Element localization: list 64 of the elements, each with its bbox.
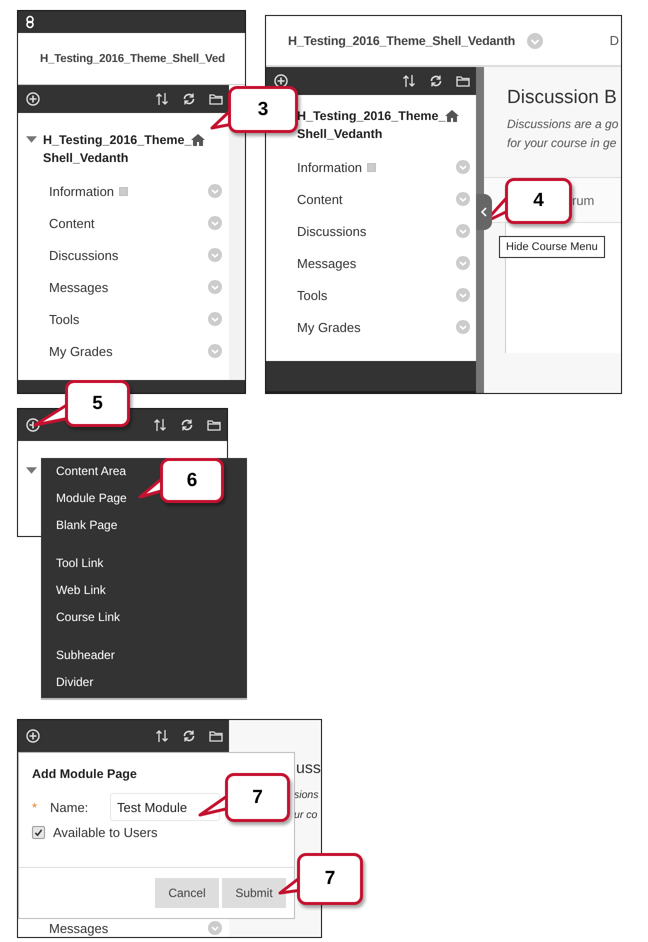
add-menu-item[interactable]: Blank Page <box>56 517 118 544</box>
page-description: Discussions are a go for your course in ge <box>507 116 620 152</box>
page-title: Discussion B <box>507 87 618 109</box>
refresh-icon[interactable] <box>182 729 196 743</box>
menu-item[interactable]: Information <box>49 184 114 198</box>
link-icon[interactable] <box>24 15 36 29</box>
add-icon[interactable] <box>26 92 40 106</box>
folder-icon[interactable] <box>209 729 223 743</box>
menu-item[interactable]: Content <box>297 192 343 206</box>
add-menu-item[interactable]: Divider <box>56 674 94 701</box>
menu-item[interactable]: Discussions <box>49 248 118 262</box>
field-label: Name: <box>50 800 90 814</box>
menu-item[interactable]: Messages <box>297 256 356 270</box>
sort-icon[interactable] <box>155 729 169 743</box>
course-title[interactable]: H_Testing_2016_Theme_Shell_Ved <box>40 52 225 64</box>
menu-item[interactable]: Tools <box>49 312 80 326</box>
course-title[interactable]: H_Testing_2016_Theme_Shell_Vedanth <box>288 34 516 48</box>
hide-menu-button[interactable] <box>476 194 492 230</box>
collapse-caret-icon[interactable] <box>26 467 37 474</box>
submit-button[interactable]: Submit <box>222 878 286 908</box>
required-mark: * <box>32 800 38 814</box>
callout: 3 <box>228 86 298 133</box>
menu-item[interactable]: Discussions <box>297 224 366 238</box>
add-menu-item[interactable]: Tool Link <box>56 555 104 582</box>
add-menu-item[interactable]: Web Link <box>56 582 106 609</box>
sort-icon[interactable] <box>402 74 416 88</box>
add-menu-item[interactable]: Subheader <box>56 647 115 674</box>
callout: 7 <box>297 853 363 905</box>
menu-item[interactable]: Information <box>297 160 362 174</box>
menu-item[interactable]: Tools <box>297 288 328 302</box>
folder-icon[interactable] <box>456 74 470 88</box>
collapse-caret-icon[interactable] <box>26 136 37 143</box>
menu-item[interactable]: My Grades <box>49 344 113 358</box>
folder-icon[interactable] <box>207 418 221 432</box>
column-header[interactable]: rum <box>572 192 594 208</box>
menu-item[interactable]: Messages <box>49 280 108 294</box>
folder-icon[interactable] <box>209 92 223 106</box>
add-icon[interactable] <box>274 74 288 88</box>
dialog-title: Add Module Page <box>32 767 138 781</box>
add-menu-item[interactable]: Content Area <box>56 463 126 490</box>
refresh-icon[interactable] <box>180 418 194 432</box>
add-menu-item[interactable]: Course Link <box>56 609 120 636</box>
page-text: uss <box>296 760 321 778</box>
callout: 7 <box>225 773 290 822</box>
menu-item[interactable]: Content <box>49 216 95 230</box>
checkbox-label: Available to Users <box>53 825 158 840</box>
sort-icon[interactable] <box>153 418 167 432</box>
checkbox[interactable] <box>32 826 45 839</box>
add-menu-item[interactable]: Module Page <box>56 490 127 517</box>
home-icon[interactable] <box>191 134 205 146</box>
page-text: sions <box>294 789 319 801</box>
menu-item[interactable]: My Grades <box>297 320 361 334</box>
course-menu-title[interactable]: H_Testing_2016_Theme_Shell_Vedanth <box>43 131 193 167</box>
refresh-icon[interactable] <box>429 74 443 88</box>
tooltip: Hide Course Menu <box>499 236 605 258</box>
sort-icon[interactable] <box>155 92 169 106</box>
refresh-icon[interactable] <box>182 92 196 106</box>
header-link[interactable]: D <box>610 33 621 48</box>
home-icon[interactable] <box>445 110 459 122</box>
cancel-button[interactable]: Cancel <box>155 878 219 908</box>
chevron-left-icon <box>481 207 487 217</box>
course-menu-title[interactable]: H_Testing_2016_Theme_Shell_Vedanth <box>297 107 447 143</box>
add-icon[interactable] <box>26 729 40 743</box>
add-icon[interactable] <box>26 418 40 432</box>
